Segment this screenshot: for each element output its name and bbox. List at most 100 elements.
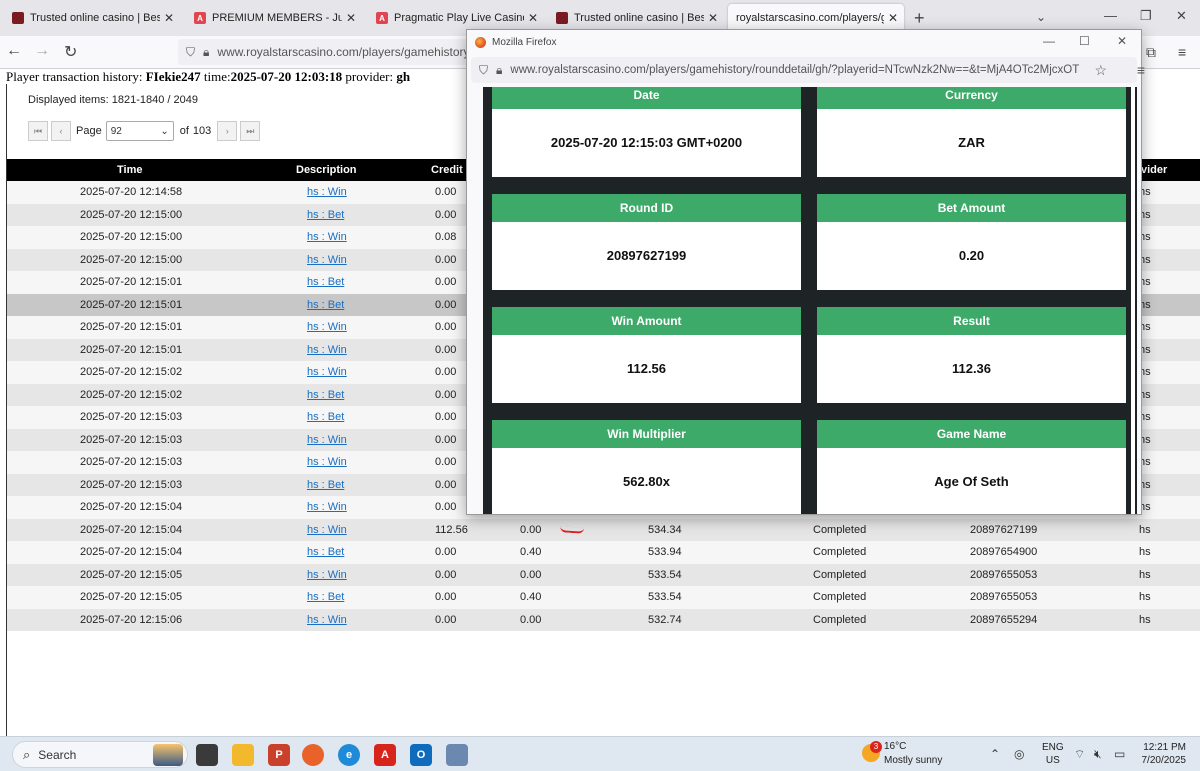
card-value: Age Of Seth [934,474,1009,489]
close-icon[interactable]: ✕ [888,11,898,25]
cell-status: Completed [813,591,867,603]
firefox-icon[interactable] [302,744,324,766]
search-icon: ⌕ [23,746,31,762]
cell-time: 2025-07-20 12:15:02 [80,366,183,378]
language-indicator[interactable]: ENG US [1042,741,1064,767]
powerpoint-icon[interactable]: P [268,744,290,766]
col-provider: vider [1141,164,1168,176]
cell-status: Completed [813,523,867,536]
cell-description-link[interactable]: hs : Win [307,434,347,446]
cell-description-link[interactable]: hs : Bet [307,389,344,401]
cell-description-link[interactable]: hs : Win [307,231,347,243]
col-credit: Credit [431,164,463,176]
cell-debit: 0.40 [520,546,542,558]
outlook-icon[interactable]: O [410,744,432,766]
cell-description-link[interactable]: hs : Win [307,321,347,333]
new-tab-icon[interactable]: + [914,8,925,29]
cell-status: Completed [813,568,867,581]
cell-description-link[interactable]: hs : Win [307,366,347,378]
card-currency: Currency ZAR [817,87,1126,177]
cell-description-link[interactable]: hs : Win [307,186,347,198]
cell-description-link[interactable]: hs : Bet [307,591,344,603]
taskbar-search[interactable]: ⌕ Search [12,741,188,768]
language-secondary: US [1045,755,1060,766]
close-icon[interactable]: ✕ [346,11,356,25]
cell-round-id: 20897627199 [970,523,1038,536]
cell-round-id: 20897655294 [970,613,1038,626]
cell-credit: 0.00 [435,456,457,468]
minimize-icon[interactable]: — [1043,34,1055,48]
edge-icon[interactable]: e [338,744,360,766]
chevron-up-icon[interactable]: ⌃ [990,747,1000,761]
popup-scrollbar[interactable] [1131,87,1135,514]
tab-casino-1[interactable]: Trusted online casino | Best No ✕ [4,4,180,32]
cell-description-link[interactable]: hs : Win [307,254,347,266]
prev-page-icon[interactable]: ‹ [51,121,71,141]
card-label: Result [817,307,1126,335]
cell-description-link[interactable]: hs : Bet [307,299,344,311]
cell-description-link[interactable]: hs : Win [307,524,347,536]
wifi-icon[interactable]: ⌔ [1074,747,1085,762]
extensions-icon[interactable]: ⧉ [1146,44,1156,61]
last-page-icon[interactable]: ⏭ [240,121,261,141]
card-label: Win Amount [492,307,801,335]
table-row: 2025-07-20 12:15:06 hs : Win 0.00 0.00 532.7… [7,608,1200,631]
restore-icon[interactable]: ❐ [1140,8,1152,24]
cell-description-link[interactable]: hs : Win [307,501,347,513]
page-select[interactable]: 92 ⌄ [105,121,174,141]
card-label: Bet Amount [817,194,1126,222]
menu-icon[interactable]: ≡ [1178,44,1186,60]
cell-description-link[interactable]: hs : Win [307,614,347,626]
tab-premium-members[interactable]: A PREMIUM MEMBERS - July Com ✕ [186,4,362,32]
address-bar[interactable]: ⛉ 🔒︎ www.royalstarscasino.com/players/ga… [178,39,478,65]
tab-title: PREMIUM MEMBERS - July Com [212,12,342,24]
card-label: Win Multiplier [492,420,801,448]
cell-description-link[interactable]: hs : Win [307,569,347,581]
cell-round-id: 20897655053 [970,568,1038,581]
restore-icon[interactable]: ☐ [1079,34,1090,48]
close-icon[interactable]: ✕ [164,11,174,25]
close-icon[interactable]: ✕ [528,11,538,25]
close-window-icon[interactable]: ✕ [1117,34,1127,48]
round-detail-popup: Mozilla Firefox — ☐ ✕ ⛉ 🔒︎ www.royalstar… [466,29,1145,515]
tab-gamehistory[interactable]: royalstarscasino.com/players/game ✕ [728,4,904,32]
chevron-down-icon[interactable]: ⌄ [1036,10,1046,24]
cell-description-link[interactable]: hs : Win [307,456,347,468]
minimize-icon[interactable]: — [1104,8,1117,23]
reload-icon[interactable]: ↻ [64,42,77,62]
menu-icon[interactable]: ≡ [1137,62,1145,78]
volume-muted-icon[interactable]: 🔇︎ [1094,747,1102,762]
firefox-icon [475,37,486,48]
cell-description-link[interactable]: hs : Win [307,344,347,356]
cell-description-link[interactable]: hs : Bet [307,411,344,423]
meet-now-icon[interactable]: ◎ [1014,747,1024,761]
total-pages: 103 [192,125,212,137]
task-view-icon[interactable] [196,744,218,766]
cell-credit: 0.00 [435,568,457,581]
card-label: Round ID [492,194,801,222]
casino-favicon-icon [12,12,24,24]
cell-time: 2025-07-20 12:14:58 [80,186,183,198]
snipping-tool-icon[interactable] [446,744,468,766]
close-icon[interactable]: ✕ [708,11,718,25]
cell-description-link[interactable]: hs : Bet [307,479,344,491]
url-text: www.royalstarscasino.com/players/gamehis… [217,45,473,59]
file-explorer-icon[interactable] [232,744,254,766]
close-window-icon[interactable]: ✕ [1176,8,1187,24]
cell-provider: hs [1139,523,1151,536]
cell-description-link[interactable]: hs : Bet [307,209,344,221]
next-page-icon[interactable]: › [217,121,238,141]
clock[interactable]: 12:21 PM 7/20/2025 [1138,741,1187,767]
forward-arrow-icon[interactable]: → [34,42,50,60]
page-select-value: 92 [110,125,122,137]
tab-casino-2[interactable]: Trusted online casino | Best No ✕ [548,4,724,32]
popup-address-bar[interactable]: ⛉ 🔒︎ www.royalstarscasino.com/players/ga… [471,57,1145,83]
back-arrow-icon[interactable]: ← [6,42,22,60]
tab-pragmatic[interactable]: A Pragmatic Play Live Casino Com ✕ [368,4,544,32]
acrobat-icon[interactable]: A [374,744,396,766]
cell-description-link[interactable]: hs : Bet [307,546,344,558]
first-page-icon[interactable]: ⏮ [28,121,48,141]
bookmark-star-icon[interactable]: ☆ [1094,62,1107,79]
battery-icon[interactable]: ▭ [1114,747,1125,761]
cell-description-link[interactable]: hs : Bet [307,276,344,288]
